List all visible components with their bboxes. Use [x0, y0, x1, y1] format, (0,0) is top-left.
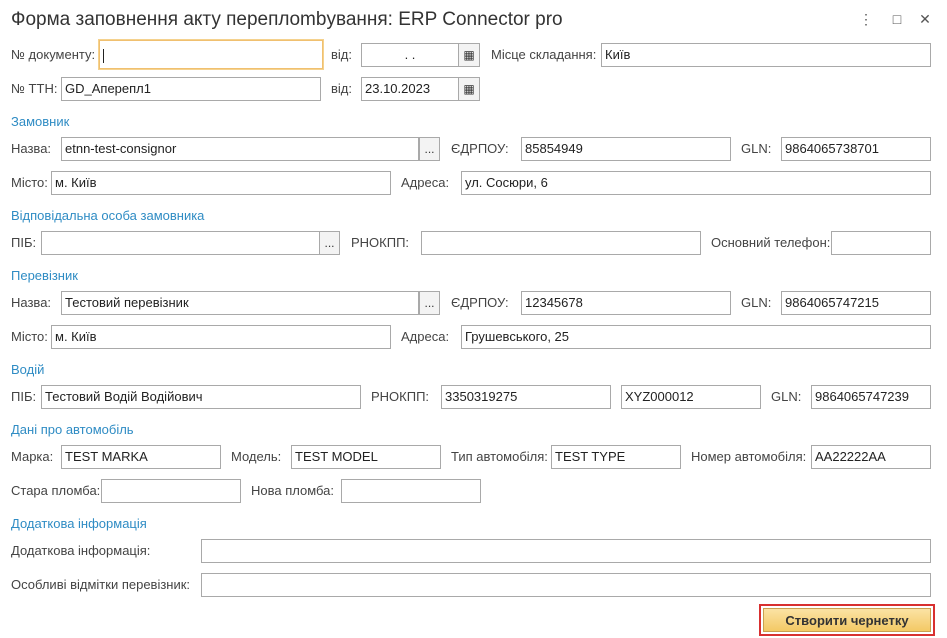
doc-number-input[interactable] [99, 40, 323, 69]
responsible-phone-input[interactable] [831, 231, 931, 255]
carrier-marks-input[interactable] [201, 573, 931, 597]
carrier-city-input[interactable]: м. Київ [51, 325, 391, 349]
carrier-gln-label: GLN: [741, 295, 772, 310]
calendar-icon[interactable]: ▦ [458, 77, 480, 101]
ttn-input[interactable]: GD_Аперепл1 [61, 77, 321, 101]
close-icon[interactable]: ✕ [916, 10, 934, 28]
carrier-edrpou-label: ЄДРПОУ: [451, 295, 509, 310]
vehicle-plate-label: Номер автомобіля: [691, 449, 807, 464]
customer-name-input[interactable]: etnn-test-consignor [61, 137, 419, 161]
customer-gln-label: GLN: [741, 141, 772, 156]
doc-date-input[interactable]: . . [361, 43, 459, 67]
carrier-address-label: Адреса: [401, 329, 450, 344]
carrier-address-input[interactable]: Грушевського, 25 [461, 325, 931, 349]
driver-gln-label: GLN: [771, 389, 802, 404]
customer-name-label: Назва: [11, 141, 52, 156]
customer-section-title: Замовник [11, 114, 70, 129]
create-draft-button[interactable]: Створити чернетку [763, 608, 931, 632]
driver-rnokpp-label: РНОКПП: [371, 389, 430, 404]
vehicle-section-title: Дані про автомобіль [11, 422, 134, 437]
text-caret [103, 48, 104, 63]
carrier-edrpou-input[interactable]: 12345678 [521, 291, 731, 315]
carrier-name-label: Назва: [11, 295, 52, 310]
old-seal-label: Стара пломба: [11, 483, 101, 498]
new-seal-label: Нова пломба: [251, 483, 335, 498]
responsible-pib-label: ПІБ: [11, 235, 37, 250]
driver-license-input[interactable]: XYZ000012 [621, 385, 761, 409]
carrier-select-button[interactable]: ... [419, 291, 440, 315]
customer-select-button[interactable]: ... [419, 137, 440, 161]
customer-gln-input[interactable]: 9864065738701 [781, 137, 931, 161]
place-input[interactable]: Київ [601, 43, 931, 67]
vehicle-plate-input[interactable]: AA22222AA [811, 445, 931, 469]
responsible-pib-input[interactable] [41, 231, 320, 255]
customer-city-input[interactable]: м. Київ [51, 171, 391, 195]
driver-pib-input[interactable]: Тестовий Водій Водійович [41, 385, 361, 409]
ttn-date-input[interactable]: 23.10.2023 [361, 77, 459, 101]
vehicle-model-input[interactable]: TEST MODEL [291, 445, 441, 469]
place-label: Місце складання: [491, 47, 597, 62]
create-draft-highlight: Створити чернетку [759, 604, 935, 636]
maximize-icon[interactable]: □ [888, 10, 906, 28]
responsible-phone-label: Основний телефон: [711, 235, 831, 250]
more-icon[interactable]: ⋮ [857, 10, 875, 28]
calendar-icon[interactable]: ▦ [458, 43, 480, 67]
carrier-city-label: Місто: [11, 329, 48, 344]
customer-edrpou-label: ЄДРПОУ: [451, 141, 509, 156]
carrier-name-input[interactable]: Тестовий перевізник [61, 291, 419, 315]
ttn-date-label: від: [331, 81, 352, 96]
carrier-marks-label: Особливі відмітки перевізник: [11, 577, 191, 592]
doc-date-label: від: [331, 47, 352, 62]
vehicle-type-label: Тип автомобіля: [451, 449, 548, 464]
ttn-label: № ТТН: [11, 81, 58, 96]
carrier-section-title: Перевізник [11, 268, 78, 283]
customer-edrpou-input[interactable]: 85854949 [521, 137, 731, 161]
driver-rnokpp-input[interactable]: 3350319275 [441, 385, 611, 409]
carrier-gln-input[interactable]: 9864065747215 [781, 291, 931, 315]
extra-section-title: Додаткова інформація [11, 516, 147, 531]
vehicle-brand-label: Марка: [11, 449, 54, 464]
customer-city-label: Місто: [11, 175, 48, 190]
window-title: Форма заповнення акту переплombування: E… [11, 9, 563, 30]
driver-gln-input[interactable]: 9864065747239 [811, 385, 931, 409]
extra-info-label: Додаткова інформація: [11, 543, 151, 558]
extra-info-input[interactable] [201, 539, 931, 563]
doc-number-label: № документу: [11, 47, 96, 62]
old-seal-input[interactable] [101, 479, 241, 503]
vehicle-model-label: Модель: [231, 449, 282, 464]
new-seal-input[interactable] [341, 479, 481, 503]
vehicle-type-input[interactable]: TEST TYPE [551, 445, 681, 469]
responsible-select-button[interactable]: ... [319, 231, 340, 255]
vehicle-brand-input[interactable]: TEST MARKA [61, 445, 221, 469]
driver-pib-label: ПІБ: [11, 389, 37, 404]
responsible-section-title: Відповідальна особа замовника [11, 208, 205, 223]
responsible-rnokpp-label: РНОКПП: [351, 235, 410, 250]
responsible-rnokpp-input[interactable] [421, 231, 701, 255]
customer-address-input[interactable]: ул. Сосюри, 6 [461, 171, 931, 195]
driver-section-title: Водій [11, 362, 45, 377]
customer-address-label: Адреса: [401, 175, 450, 190]
